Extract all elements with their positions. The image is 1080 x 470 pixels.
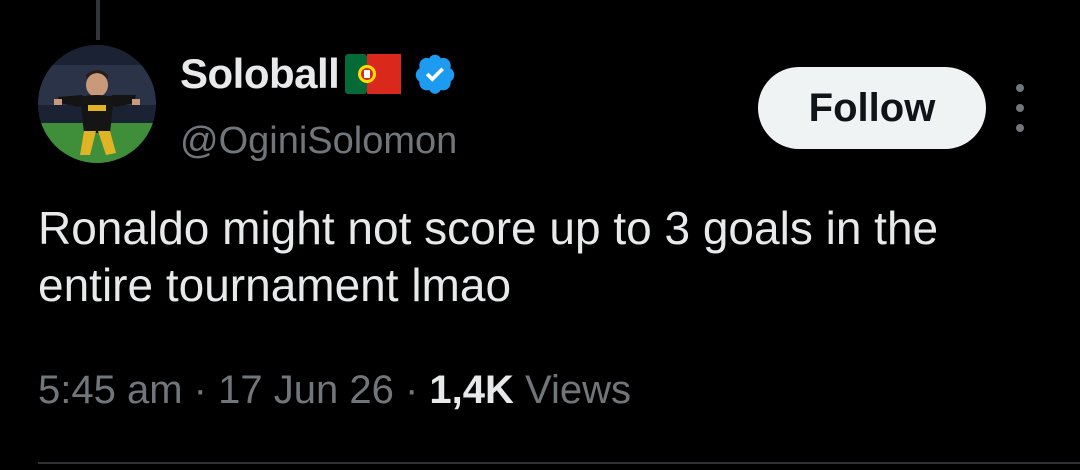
more-dot	[1016, 124, 1024, 132]
follow-button[interactable]: Follow	[758, 67, 986, 149]
author-display-name[interactable]: Soloball	[180, 50, 340, 98]
tweet-text: Ronaldo might not score up to 3 goals in…	[38, 202, 939, 311]
meta-separator: ·	[193, 368, 207, 412]
views-count[interactable]: 1,4K	[429, 368, 514, 412]
portugal-flag-icon	[345, 54, 402, 94]
more-dot	[1016, 104, 1024, 112]
tweet-time[interactable]: 5:45 am	[38, 368, 183, 412]
thread-connector-line	[96, 0, 100, 40]
divider	[38, 462, 1080, 464]
meta-separator: ·	[404, 368, 419, 412]
tweet-date[interactable]: 17 Jun 26	[218, 368, 394, 412]
tweet-meta: 5:45 am · 17 Jun 26 · 1,4K Views	[38, 368, 631, 413]
avatar[interactable]	[38, 45, 156, 163]
verified-badge-icon[interactable]	[413, 52, 457, 96]
more-dot	[1016, 84, 1024, 92]
views-label[interactable]: Views	[525, 368, 631, 412]
avatar-image	[38, 45, 156, 163]
more-vertical-icon[interactable]	[1004, 84, 1036, 132]
